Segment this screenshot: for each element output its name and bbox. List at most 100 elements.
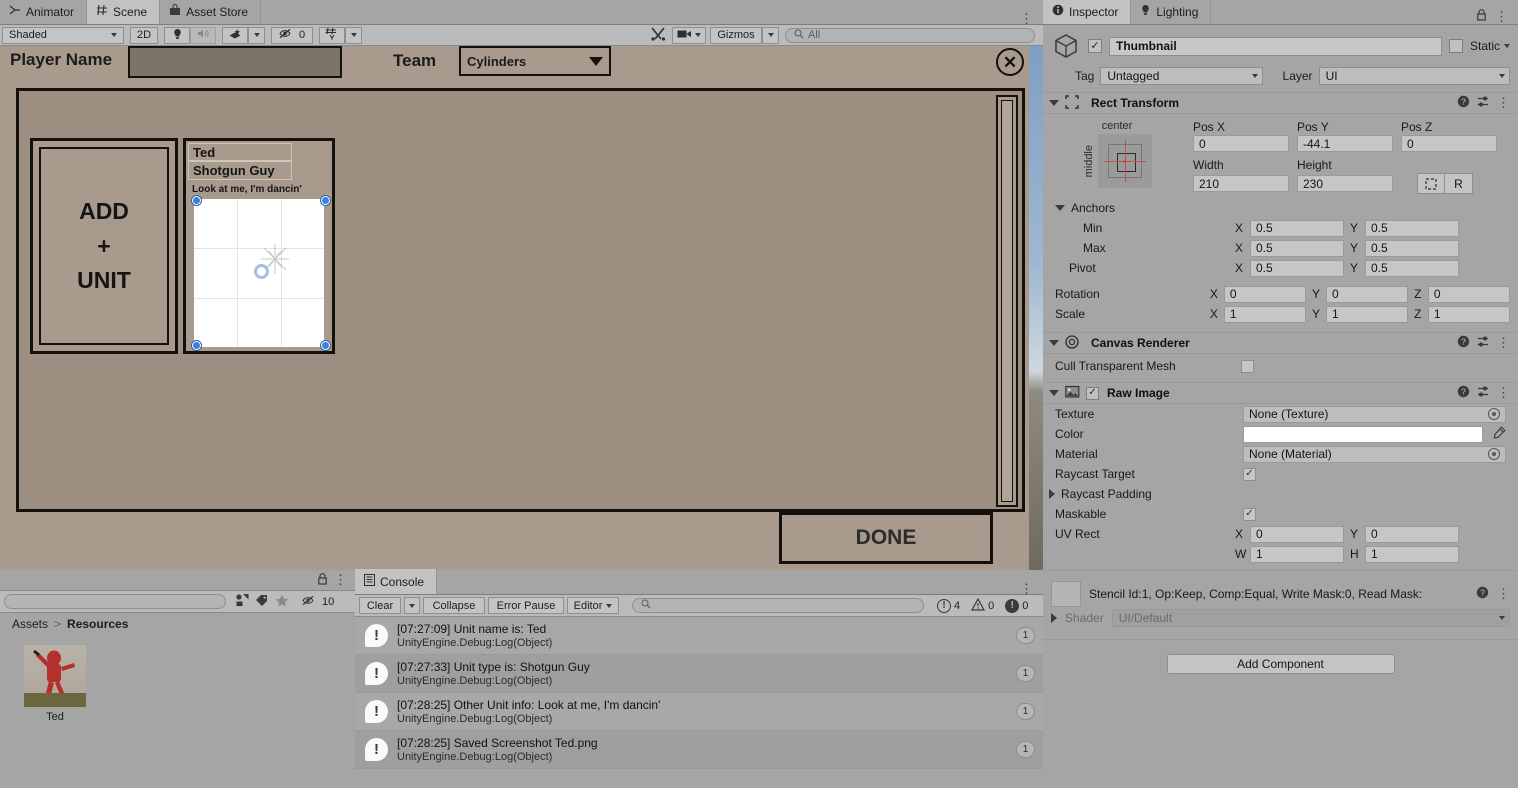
scale-z-input[interactable]: 1 (1427, 305, 1510, 323)
foldout-icon[interactable] (1049, 100, 1059, 106)
log-row[interactable]: ! [07:28:25] Saved Screenshot Ted.png Un… (355, 731, 1043, 769)
editor-dropdown-button[interactable]: Editor (567, 597, 619, 614)
foldout-icon[interactable] (1049, 340, 1059, 346)
scene-visibility-button[interactable] (319, 26, 345, 44)
layer-dropdown[interactable]: UI (1318, 67, 1510, 85)
pos-y-input[interactable]: -44.1 (1297, 135, 1393, 152)
tab-inspector[interactable]: Inspector (1043, 0, 1132, 24)
component-menu-icon[interactable]: ⋮ (1497, 96, 1510, 109)
clear-dropdown-button[interactable] (404, 597, 420, 614)
anchor-max-x-input[interactable]: 0.5 (1250, 239, 1344, 257)
material-object-field[interactable]: None (Material) (1243, 445, 1506, 463)
pivot-y-input[interactable]: 0.5 (1365, 259, 1459, 277)
scene-search-input[interactable]: All (785, 27, 1035, 43)
help-icon[interactable]: ? (1476, 586, 1489, 602)
height-input[interactable]: 230 (1297, 175, 1393, 192)
unit-card[interactable]: Ted Shotgun Guy Look at me, I'm dancin' (183, 138, 335, 354)
scene-options-menu[interactable]: ⋮ (1020, 12, 1043, 25)
scene-canvas[interactable]: Player Name Team Cylinders ADD + UNIT Te… (0, 46, 1043, 570)
tab-animator[interactable]: Animator (0, 0, 88, 24)
anchor-min-x-input[interactable]: 0.5 (1250, 219, 1344, 237)
done-button[interactable]: DONE (779, 512, 993, 564)
raw-image-enabled-checkbox[interactable]: ✓ (1086, 386, 1099, 400)
player-name-input[interactable] (128, 46, 342, 78)
anchor-min-y-input[interactable]: 0.5 (1365, 219, 1459, 237)
component-menu-icon[interactable]: ⋮ (1497, 386, 1510, 399)
preset-icon[interactable] (1477, 95, 1490, 111)
log-row[interactable]: ! [07:28:25] Other Unit info: Look at me… (355, 693, 1043, 731)
hidden-objects-button[interactable]: 0 (271, 26, 313, 44)
toggle-2d-button[interactable]: 2D (130, 26, 158, 44)
gizmos-button[interactable]: Gizmos (710, 26, 762, 44)
canvas-renderer-header[interactable]: Canvas Renderer ? ⋮ (1043, 332, 1518, 354)
foldout-icon[interactable] (1055, 205, 1065, 211)
scene-tools-button[interactable] (648, 26, 668, 44)
object-picker-icon[interactable] (1488, 408, 1500, 420)
object-picker-icon[interactable] (1488, 448, 1500, 460)
log-row[interactable]: ! [07:27:33] Unit type is: Shotgun Guy U… (355, 655, 1043, 693)
preset-icon[interactable] (1477, 385, 1490, 401)
scale-y-input[interactable]: 1 (1326, 305, 1409, 323)
add-component-button[interactable]: Add Component (1166, 654, 1395, 674)
eyedropper-icon[interactable] (1493, 426, 1506, 442)
project-search-input[interactable] (4, 594, 226, 609)
foldout-icon[interactable] (1051, 613, 1057, 623)
pos-z-input[interactable]: 0 (1401, 135, 1497, 152)
anchors-foldout-row[interactable]: Anchors (1043, 198, 1518, 218)
rotation-x-input[interactable]: 0 (1223, 285, 1306, 303)
uv-h-input[interactable]: 1 (1365, 545, 1459, 563)
error-count-badge[interactable]: ! 4 (933, 598, 964, 613)
info-count-badge[interactable]: ! 0 (1001, 598, 1032, 613)
team-dropdown[interactable]: Cylinders (459, 46, 611, 76)
tab-lighting[interactable]: Lighting (1131, 0, 1212, 24)
foldout-icon[interactable] (1049, 390, 1059, 396)
component-menu-icon[interactable]: ⋮ (1497, 587, 1510, 600)
clear-button[interactable]: Clear (359, 597, 401, 614)
close-button[interactable]: ✕ (996, 48, 1024, 76)
shader-dropdown[interactable]: UI/Default (1111, 609, 1510, 627)
log-row[interactable]: ! [07:27:09] Unit name is: Ted UnityEngi… (355, 617, 1043, 655)
foldout-icon[interactable] (1049, 489, 1055, 499)
camera-button[interactable] (672, 26, 706, 44)
tab-asset-store[interactable]: Asset Store (160, 0, 262, 24)
filter-by-favorite-button[interactable] (272, 593, 292, 610)
uv-y-input[interactable]: 0 (1365, 525, 1459, 543)
raw-edit-mode-button[interactable]: R (1445, 173, 1473, 194)
tag-dropdown[interactable]: Untagged (1100, 67, 1263, 85)
fx-toggle-button[interactable] (222, 26, 248, 44)
preset-icon[interactable] (1477, 335, 1490, 351)
unit-name-field[interactable]: Ted (188, 143, 292, 161)
breadcrumb-assets[interactable]: Assets (12, 617, 48, 631)
pos-x-input[interactable]: 0 (1193, 135, 1289, 152)
help-icon[interactable]: ? (1457, 95, 1470, 111)
audio-toggle-button[interactable] (190, 26, 216, 44)
material-preview-swatch[interactable] (1051, 581, 1081, 607)
console-search-input[interactable] (632, 598, 924, 613)
resize-handle-tl[interactable] (192, 196, 201, 205)
raycast-target-checkbox[interactable]: ✓ (1243, 467, 1256, 481)
tab-scene[interactable]: Scene (87, 0, 161, 24)
filter-by-label-button[interactable] (252, 593, 272, 610)
console-options-menu[interactable]: ⋮ (1020, 582, 1043, 595)
rect-transform-header[interactable]: Rect Transform ? ⋮ (1043, 92, 1518, 114)
fx-dropdown-button[interactable] (248, 26, 265, 44)
inspector-options-menu[interactable]: ⋮ (1495, 10, 1508, 23)
gameobject-name-input[interactable]: Thumbnail (1109, 36, 1442, 56)
anchor-max-y-input[interactable]: 0.5 (1365, 239, 1459, 257)
project-options-menu[interactable]: ⋮ (334, 573, 347, 586)
unit-info-field[interactable]: Look at me, I'm dancin' (188, 182, 330, 197)
asset-item[interactable]: Ted (22, 645, 88, 723)
component-menu-icon[interactable]: ⋮ (1497, 336, 1510, 349)
cull-transparent-mesh-checkbox[interactable] (1241, 359, 1254, 373)
grid-dropdown-button[interactable] (345, 26, 362, 44)
uv-w-input[interactable]: 1 (1250, 545, 1344, 563)
blueprint-mode-button[interactable] (1417, 173, 1445, 194)
resize-handle-tr[interactable] (321, 196, 330, 205)
tab-console[interactable]: Console (355, 569, 438, 594)
static-dropdown[interactable]: Static (1470, 39, 1510, 53)
add-unit-button[interactable]: ADD + UNIT (30, 138, 178, 354)
gameobject-enabled-checkbox[interactable]: ✓ (1088, 39, 1102, 53)
static-checkbox[interactable] (1448, 39, 1463, 53)
raw-image-header[interactable]: ✓ Raw Image ? ⋮ (1043, 382, 1518, 404)
lock-icon[interactable] (1476, 9, 1487, 24)
